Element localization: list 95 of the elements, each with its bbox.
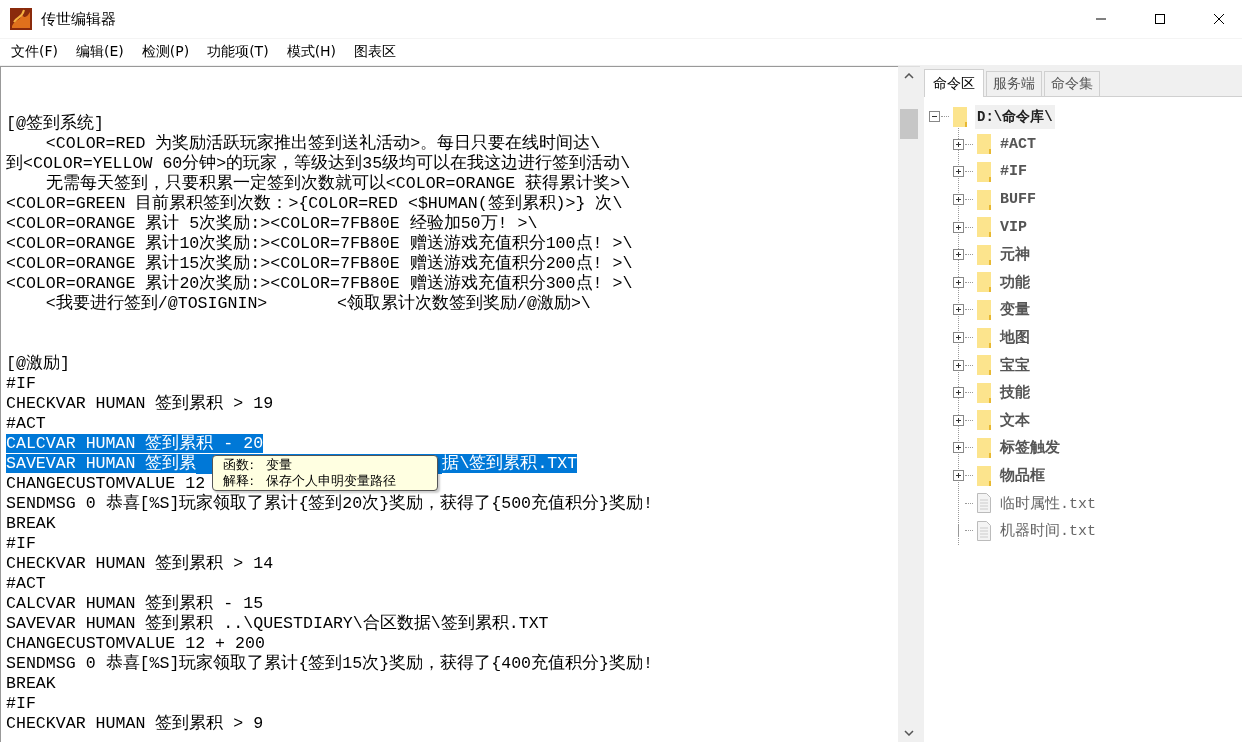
code-line: CHANGECUSTOMVALUE 12 + 200 [6, 634, 265, 653]
expand-icon[interactable] [953, 138, 964, 150]
code-line: SAVEVAR HUMAN 签到累积 ..\QUESTDIARY\合区数据\签到累积.TXT [6, 614, 549, 633]
menu-item[interactable]: 编辑(E) [69, 41, 131, 63]
file-icon [977, 520, 991, 541]
tree-item[interactable]: 功能 [1000, 272, 1030, 292]
tree-item[interactable]: #ACT [1000, 135, 1036, 153]
folder-icon [977, 355, 991, 376]
expand-icon[interactable] [953, 166, 964, 178]
folder-icon [977, 465, 991, 486]
expand-icon[interactable] [953, 414, 964, 426]
code-line: CHECKVAR HUMAN 签到累积 > 9 [6, 714, 264, 733]
window-title: 传世编辑器 [41, 9, 116, 29]
code-line: CALCVAR HUMAN 签到累积 - 15 [6, 594, 264, 613]
expand-icon[interactable] [953, 359, 964, 371]
tree-item[interactable]: 标签触发 [1000, 438, 1060, 458]
folder-icon [977, 410, 991, 431]
tooltip-text: 变量 [265, 457, 292, 473]
folder-icon [977, 437, 991, 458]
code-line: CHANGECUSTOMVALUE 12 [6, 474, 206, 493]
code-line: 到<COLOR=YELLOW 60分钟>的玩家，等级达到35级均可以在我这边进行签到活动\ [6, 154, 631, 173]
expand-icon[interactable] [953, 276, 964, 288]
folder-icon [977, 244, 991, 265]
tree-item[interactable]: 物品框 [1000, 466, 1045, 485]
maximize-icon [1154, 13, 1166, 25]
code-line: <COLOR=ORANGE 累计 5次奖励:><COLOR=7FB80E 经验加50万! >\ [6, 214, 538, 233]
code-line: <COLOR=ORANGE 累计10次奖励:><COLOR=7FB80E 赠送游戏充值积分100点! >\ [6, 234, 633, 253]
tree-item[interactable]: D:\命令库\ [975, 104, 1055, 129]
code-line: <我要进行签到/@TOSIGNIN> <领取累计次数签到奖励/@激励>\ [44, 294, 591, 313]
code-line: <COLOR=RED 为奖励活跃玩家推出签到送礼活动>。每日只要在线时间达\ [44, 134, 601, 153]
panel-tab[interactable]: 命令区 [924, 69, 984, 97]
menu-item[interactable]: 功能项(T) [200, 41, 276, 63]
panel-tab[interactable]: 命令集 [1044, 71, 1100, 96]
tree-item[interactable]: 机器时间.txt [1000, 521, 1096, 541]
folder-icon [953, 106, 967, 127]
code-line: SENDMSG 0 恭喜[%S]玩家领取了累计{签到15次}奖励，获得了{400充值积分}奖励! [6, 654, 653, 673]
folder-icon [977, 299, 991, 320]
expand-icon[interactable] [953, 194, 964, 206]
folder-icon [977, 217, 991, 238]
expand-icon[interactable] [953, 249, 964, 261]
tree-item[interactable]: VIP [1000, 218, 1027, 236]
expand-icon[interactable] [953, 221, 964, 233]
tree-item[interactable]: #IF [1000, 163, 1027, 181]
menu-item[interactable]: 图表区 [347, 41, 404, 63]
expand-icon[interactable] [953, 387, 964, 399]
code-line: <COLOR=ORANGE 累计15次奖励:><COLOR=7FB80E 赠送游戏充值积分200点! >\ [6, 254, 633, 273]
folder-icon [977, 272, 991, 293]
menu-item[interactable]: 模式(H) [279, 41, 344, 63]
code-editor[interactable] [0, 66, 898, 742]
tree-item[interactable]: 地图 [1000, 328, 1030, 348]
code-line: CHECKVAR HUMAN 签到累积 > 19 [6, 394, 274, 413]
code-line: BREAK [6, 674, 56, 693]
code-line: <COLOR=GREEN 目前累积签到次数：>{COLOR=RED <$HUMAN(签到累积)>} 次\ [6, 194, 623, 213]
scrollbar-thumb[interactable] [900, 109, 918, 139]
code-line: BREAK [6, 514, 56, 533]
folder-icon [977, 134, 991, 155]
panel-tab[interactable]: 服务端 [986, 71, 1042, 96]
code-line: #ACT [6, 414, 46, 433]
code-line: 无需每天签到，只要积累一定签到次数就可以<COLOR=ORANGE 获得累计奖>\ [44, 174, 631, 193]
app-icon [10, 8, 32, 30]
code-line: #IF [6, 534, 36, 553]
close-icon [1213, 13, 1225, 25]
tooltip-label: 解释: [223, 473, 254, 489]
code-line: #IF [6, 694, 36, 713]
folder-icon [977, 382, 991, 403]
menu-item[interactable]: 文件(F) [4, 41, 65, 63]
scroll-up-icon[interactable] [904, 73, 914, 79]
expand-icon[interactable] [953, 442, 964, 454]
tree-item[interactable]: 文本 [1000, 410, 1030, 430]
scroll-down-icon[interactable] [904, 730, 914, 736]
expand-icon[interactable] [953, 470, 964, 481]
code-line: [@激励] [6, 354, 70, 373]
tree-item[interactable]: 变量 [1000, 300, 1030, 320]
tooltip-text: 保存个人申明变量路径 [265, 473, 396, 489]
code-line: CHECKVAR HUMAN 签到累积 > 14 [6, 554, 274, 573]
code-line: #IF [6, 374, 36, 393]
folder-icon [977, 189, 991, 210]
tree-item[interactable]: 宝宝 [1000, 355, 1030, 375]
tree-item[interactable]: BUFF [1000, 191, 1036, 209]
tree-item[interactable]: 技能 [1000, 383, 1030, 403]
code-line: <COLOR=ORANGE 累计20次奖励:><COLOR=7FB80E 赠送游戏充值积分300点! >\ [6, 274, 633, 293]
vertical-scrollbar[interactable] [898, 66, 920, 742]
code-line: SENDMSG 0 恭喜[%S]玩家领取了累计{签到20次}奖励，获得了{500充值积分}奖励! [6, 494, 653, 513]
file-icon [977, 493, 991, 514]
tooltip-label: 函数: [223, 457, 254, 473]
code-line: #ACT [6, 574, 46, 593]
folder-icon [977, 327, 991, 348]
expand-icon[interactable] [953, 304, 964, 316]
folder-icon [977, 162, 991, 182]
expand-icon[interactable] [953, 332, 964, 344]
menu-item[interactable]: 检测(P) [134, 41, 197, 63]
collapse-icon[interactable] [929, 111, 940, 123]
tree-item[interactable]: 元神 [1000, 245, 1030, 265]
code-line: [@签到系统] [6, 114, 104, 133]
tree-item[interactable]: 临时属性.txt [1000, 493, 1096, 513]
